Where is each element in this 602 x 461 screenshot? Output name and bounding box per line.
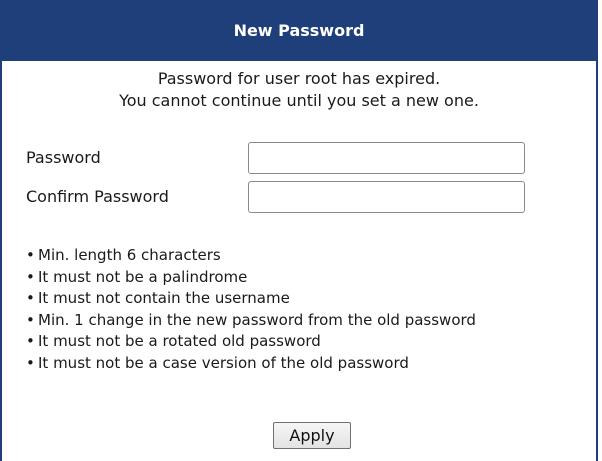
expiry-message: Password for user root has expired. You … <box>2 68 596 112</box>
password-rule: • It must not contain the username <box>26 288 602 310</box>
password-rule-text: It must not contain the username <box>38 289 290 308</box>
password-rule: • Min. length 6 characters <box>26 245 602 267</box>
password-rule: • It must not be a palindrome <box>26 267 602 289</box>
new-password-dialog: New Password Password for user root has … <box>0 0 598 461</box>
confirm-password-label: Confirm Password <box>26 187 169 206</box>
confirm-password-row: Confirm Password <box>26 181 586 213</box>
password-rule-text: It must not be a case version of the old… <box>38 353 409 372</box>
password-rule-text: It must not be a rotated old password <box>38 332 321 351</box>
expiry-message-line-2: You cannot continue until you set a new … <box>119 91 479 110</box>
apply-button[interactable]: Apply <box>273 422 351 449</box>
bullet-icon: • <box>26 332 35 351</box>
bullet-icon: • <box>26 267 35 286</box>
bullet-icon: • <box>26 289 35 308</box>
password-rule: • It must not be a case version of the ol… <box>26 353 602 375</box>
password-input[interactable] <box>248 142 525 174</box>
password-label: Password <box>26 148 101 167</box>
password-row: Password <box>26 142 586 174</box>
bullet-icon: • <box>26 310 35 329</box>
password-rule-text: Min. 1 change in the new password from t… <box>38 310 476 329</box>
password-rule: • It must not be a rotated old password <box>26 331 602 353</box>
dialog-title: New Password <box>2 0 596 61</box>
password-rule: • Min. 1 change in the new password from … <box>26 310 602 332</box>
expiry-message-line-1: Password for user root has expired. <box>157 69 441 88</box>
password-rule-text: Min. length 6 characters <box>38 246 221 264</box>
confirm-password-input[interactable] <box>248 181 525 213</box>
password-rule-text: It must not be a palindrome <box>38 267 248 286</box>
bullet-icon: • <box>26 353 35 372</box>
password-rules-list: • Min. length 6 characters • It must not b… <box>26 245 602 375</box>
bullet-icon: • <box>26 246 35 264</box>
